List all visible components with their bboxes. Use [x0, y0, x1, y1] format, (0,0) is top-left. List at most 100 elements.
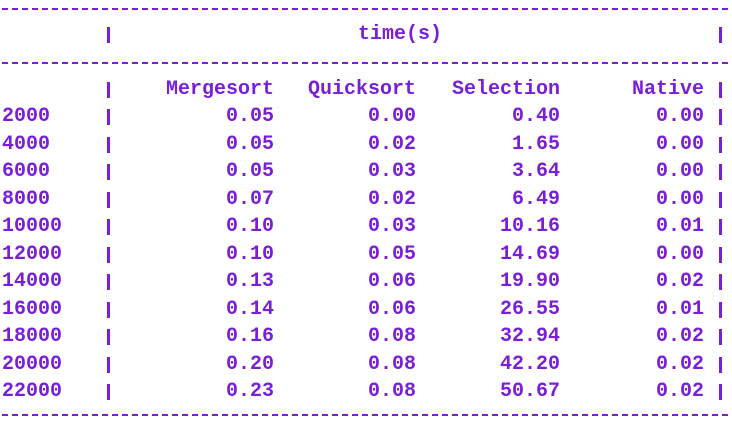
mergesort-cell: 0.16 [225, 325, 274, 348]
table-row: 8000 0.07 0.02 6.49 0.00 [2, 188, 728, 212]
column-separator [106, 78, 110, 102]
native-cell: 0.00 [655, 160, 704, 183]
selection-cell: 1.65 [511, 132, 560, 156]
row-size-cell: 16000 [2, 297, 63, 321]
table-row: 20000 0.20 0.08 42.20 0.02 [2, 353, 728, 377]
quicksort-cell: 0.03 [367, 215, 416, 238]
column-separator [106, 160, 110, 184]
column-separator [106, 243, 110, 267]
header-divider [2, 62, 728, 64]
row-size-cell: 8000 [2, 187, 51, 211]
column-separator [106, 270, 110, 294]
column-separator [718, 188, 722, 212]
row-size-cell: 18000 [2, 325, 63, 348]
column-separator [106, 325, 110, 349]
selection-cell: 14.69 [499, 242, 560, 266]
mergesort-cell: 0.10 [225, 215, 274, 238]
column-separator [106, 105, 110, 129]
quicksort-cell: 0.08 [367, 380, 416, 403]
table-row: 10000 0.10 0.03 10.16 0.01 [2, 215, 728, 239]
column-header-quicksort: Quicksort [307, 78, 416, 101]
selection-cell: 10.16 [499, 215, 560, 238]
row-size-cell: 22000 [2, 380, 63, 403]
mergesort-cell: 0.14 [225, 297, 274, 321]
row-size-cell: 4000 [2, 132, 51, 156]
selection-cell: 0.40 [511, 105, 560, 128]
native-cell: 0.00 [655, 187, 704, 211]
column-separator [106, 133, 110, 157]
quicksort-cell: 0.06 [367, 297, 416, 321]
native-cell: 0.01 [655, 215, 704, 238]
selection-cell: 6.49 [511, 187, 560, 211]
row-size-cell: 12000 [2, 242, 63, 266]
terminal-output: time(s) Mergesort Quicksort Selection Na… [0, 0, 732, 430]
native-cell: 0.02 [655, 352, 704, 376]
quicksort-cell: 0.00 [367, 105, 416, 128]
mergesort-cell: 0.07 [225, 187, 274, 211]
row-size-cell: 6000 [2, 160, 51, 183]
column-separator [718, 133, 722, 157]
column-header-mergesort: Mergesort [165, 78, 274, 101]
mergesort-cell: 0.20 [225, 352, 274, 376]
column-separator [718, 380, 722, 404]
quicksort-cell: 0.03 [367, 160, 416, 183]
row-size-cell: 10000 [2, 215, 63, 238]
selection-cell: 32.94 [499, 325, 560, 348]
quicksort-cell: 0.06 [367, 270, 416, 293]
table-row: 18000 0.16 0.08 32.94 0.02 [2, 325, 728, 349]
column-separator [718, 78, 722, 102]
selection-cell: 42.20 [499, 352, 560, 376]
column-separator [718, 243, 722, 267]
table-row: 6000 0.05 0.03 3.64 0.00 [2, 160, 728, 184]
native-cell: 0.01 [655, 297, 704, 321]
native-cell: 0.00 [655, 105, 704, 128]
native-cell: 0.00 [655, 242, 704, 266]
native-cell: 0.02 [655, 380, 704, 403]
quicksort-cell: 0.08 [367, 325, 416, 348]
column-separator [106, 215, 110, 239]
column-separator [106, 23, 110, 47]
table-row: 2000 0.05 0.00 0.40 0.00 [2, 105, 728, 129]
table-row: 16000 0.14 0.06 26.55 0.01 [2, 298, 728, 322]
column-header-row: Mergesort Quicksort Selection Native [2, 78, 728, 102]
quicksort-cell: 0.05 [367, 242, 416, 266]
column-separator [718, 298, 722, 322]
column-separator [106, 380, 110, 404]
top-divider [2, 8, 728, 10]
mergesort-cell: 0.05 [225, 132, 274, 156]
mergesort-cell: 0.13 [225, 270, 274, 293]
mergesort-cell: 0.05 [225, 160, 274, 183]
row-size-cell: 20000 [2, 352, 63, 376]
column-separator [718, 160, 722, 184]
column-separator [718, 105, 722, 129]
quicksort-cell: 0.02 [367, 132, 416, 156]
mergesort-cell: 0.10 [225, 242, 274, 266]
table-row: 12000 0.10 0.05 14.69 0.00 [2, 243, 728, 267]
row-size-cell: 14000 [2, 270, 63, 293]
title-row: time(s) [2, 23, 728, 47]
bottom-divider [2, 414, 728, 416]
column-separator [718, 325, 722, 349]
column-separator [718, 215, 722, 239]
quicksort-cell: 0.08 [367, 352, 416, 376]
column-header-selection: Selection [451, 78, 560, 101]
column-separator [106, 298, 110, 322]
column-separator [718, 353, 722, 377]
column-separator [718, 23, 722, 47]
selection-cell: 19.90 [499, 270, 560, 293]
column-separator [718, 270, 722, 294]
selection-cell: 50.67 [499, 380, 560, 403]
table-title: time(s) [358, 23, 443, 46]
table-row: 4000 0.05 0.02 1.65 0.00 [2, 133, 728, 157]
native-cell: 0.02 [655, 270, 704, 293]
mergesort-cell: 0.05 [225, 105, 274, 128]
column-separator [106, 188, 110, 212]
table-row: 14000 0.13 0.06 19.90 0.02 [2, 270, 728, 294]
row-size-cell: 2000 [2, 105, 51, 128]
selection-cell: 3.64 [511, 160, 560, 183]
mergesort-cell: 0.23 [225, 380, 274, 403]
selection-cell: 26.55 [499, 297, 560, 321]
column-separator [106, 353, 110, 377]
column-header-native: Native [631, 78, 704, 101]
native-cell: 0.02 [655, 325, 704, 348]
